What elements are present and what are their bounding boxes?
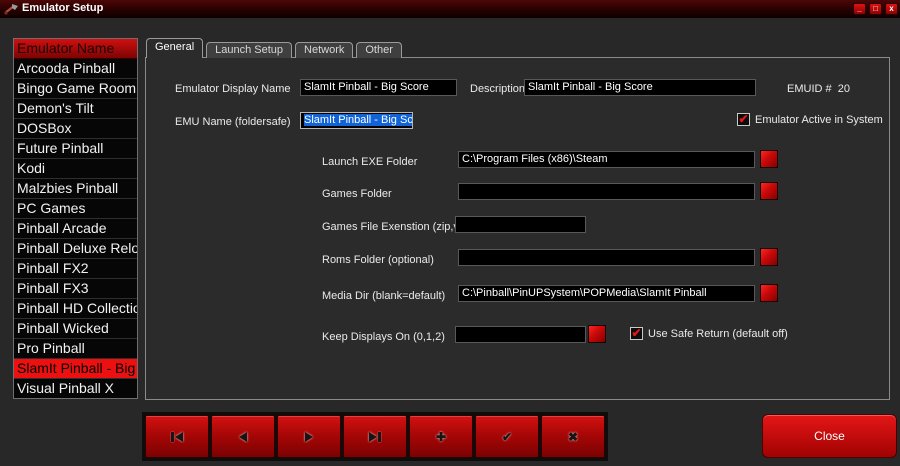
emulator-display-name-label: Emulator Display Name (175, 83, 291, 95)
emulator-display-name-input[interactable]: SlamIt Pinball - Big Score (300, 79, 457, 96)
window-title: Emulator Setup (22, 2, 103, 14)
use-safe-return-label: Use Safe Return (default off) (648, 328, 788, 340)
tab-other[interactable]: Other (356, 42, 402, 58)
keep-displays-on-browse-button[interactable] (588, 325, 606, 343)
list-item[interactable]: Pro Pinball (14, 339, 137, 359)
next-record-button[interactable] (277, 415, 341, 458)
insert-record-button[interactable]: ✚ (409, 415, 473, 458)
keep-displays-on-input[interactable] (455, 326, 586, 343)
tab-general[interactable]: General (146, 38, 203, 58)
prior-icon (239, 432, 247, 442)
list-item[interactable]: Pinball HD Collectio (14, 299, 137, 319)
emulator-active-label: Emulator Active in System (755, 114, 883, 126)
title-bar[interactable]: Emulator Setup _□x (0, 0, 900, 18)
first-record-button[interactable] (145, 415, 209, 458)
launch-exe-folder-label: Launch EXE Folder (322, 156, 417, 168)
description-label: Description (470, 83, 525, 95)
emuid-label-text: EMUID # (787, 83, 832, 95)
roms-folder-label: Roms Folder (optional) (322, 254, 434, 266)
emu-name-selected-text: SlamIt Pinball - Big Score (304, 114, 413, 126)
use-safe-return-checkbox[interactable]: ✔ (630, 327, 643, 340)
media-dir-label: Media Dir (blank=default) (322, 290, 445, 302)
launch-exe-folder-input[interactable]: C:\Program Files (x86)\Steam (458, 151, 755, 168)
list-item[interactable]: Pinball Deluxe Relo (14, 239, 137, 259)
roms-folder-browse-button[interactable] (760, 248, 778, 266)
app-wrench-icon (4, 3, 19, 15)
list-item[interactable]: Future Pinball (14, 139, 137, 159)
list-item[interactable]: SlamIt Pinball - Big (14, 359, 137, 379)
emulator-list-items: Arcooda PinballBingo Game RoomDemon's Ti… (14, 59, 137, 399)
launch-exe-folder-browse-button[interactable] (760, 150, 778, 168)
insert-icon: ✚ (436, 431, 446, 443)
check-icon: ✔ (738, 113, 748, 125)
list-item[interactable]: Kodi (14, 159, 137, 179)
roms-folder-input[interactable] (458, 249, 755, 266)
post-icon: ✔ (502, 431, 512, 443)
list-item[interactable]: Demon's Tilt (14, 99, 137, 119)
list-item[interactable]: Arcooda Pinball (14, 59, 137, 79)
emulator-active-checkbox[interactable]: ✔ (737, 113, 750, 126)
list-item[interactable]: PC Games (14, 199, 137, 219)
description-input[interactable]: SlamIt Pinball - Big Score (524, 79, 756, 96)
maximize-button[interactable]: □ (869, 3, 882, 15)
games-folder-label: Games Folder (322, 188, 392, 200)
emulator-list: Emulator Name Arcooda PinballBingo Game … (13, 38, 138, 399)
check-icon: ✔ (631, 327, 641, 339)
media-dir-value: C:\Pinball\PinUPSystem\POPMedia\SlamIt P… (462, 287, 707, 299)
list-item[interactable]: Pinball Arcade (14, 219, 137, 239)
tab-bar: GeneralLaunch SetupNetworkOther (146, 40, 405, 58)
emuid-label: EMUID # 20 (787, 83, 850, 95)
launch-exe-folder-value: C:\Program Files (x86)\Steam (462, 153, 607, 165)
media-dir-browse-button[interactable] (760, 284, 778, 302)
minimize-button[interactable]: _ (853, 3, 866, 15)
cancel-edit-button[interactable]: ✖ (541, 415, 605, 458)
cancel-icon: ✖ (568, 431, 578, 443)
list-item[interactable]: Malzbies Pinball (14, 179, 137, 199)
tab-launch-setup[interactable]: Launch Setup (206, 42, 292, 58)
description-value: SlamIt Pinball - Big Score (528, 81, 653, 93)
post-edit-button[interactable]: ✔ (475, 415, 539, 458)
list-item[interactable]: DOSBox (14, 119, 137, 139)
emulator-list-header: Emulator Name (14, 39, 137, 59)
emuid-value: 20 (838, 83, 850, 95)
keep-displays-on-label: Keep Displays On (0,1,2) (322, 331, 445, 343)
emu-name-label: EMU Name (foldersafe) (175, 116, 291, 128)
prior-record-button[interactable] (211, 415, 275, 458)
last-record-button[interactable] (343, 415, 407, 458)
db-navigator: ✚ ✔ ✖ (142, 412, 608, 461)
list-item[interactable]: Pinball Wicked (14, 319, 137, 339)
close-window-button[interactable]: x (885, 3, 898, 15)
list-item[interactable]: Pinball FX3 (14, 279, 137, 299)
next-icon (305, 432, 313, 442)
emulator-setup-window: Emulator Setup _□x Emulator Name Arcooda… (0, 0, 900, 466)
close-button-label: Close (814, 429, 845, 443)
games-folder-browse-button[interactable] (760, 182, 778, 200)
first-icon (171, 432, 183, 442)
emulator-display-name-value: SlamIt Pinball - Big Score (304, 81, 429, 93)
media-dir-input[interactable]: C:\Pinball\PinUPSystem\POPMedia\SlamIt P… (458, 285, 755, 302)
window-controls: _□x (853, 3, 898, 15)
list-item[interactable]: Pinball FX2 (14, 259, 137, 279)
games-folder-input[interactable] (458, 183, 755, 200)
last-icon (369, 432, 381, 442)
list-item[interactable]: Visual Pinball X (14, 379, 137, 399)
close-button[interactable]: Close (762, 414, 897, 458)
list-item[interactable]: Bingo Game Room (14, 79, 137, 99)
tab-network[interactable]: Network (295, 42, 353, 58)
games-file-extension-input[interactable] (455, 216, 586, 233)
games-file-extension-label: Games File Exenstion (zip,vpx) (322, 221, 474, 233)
emu-name-input[interactable]: SlamIt Pinball - Big Score (300, 112, 413, 129)
